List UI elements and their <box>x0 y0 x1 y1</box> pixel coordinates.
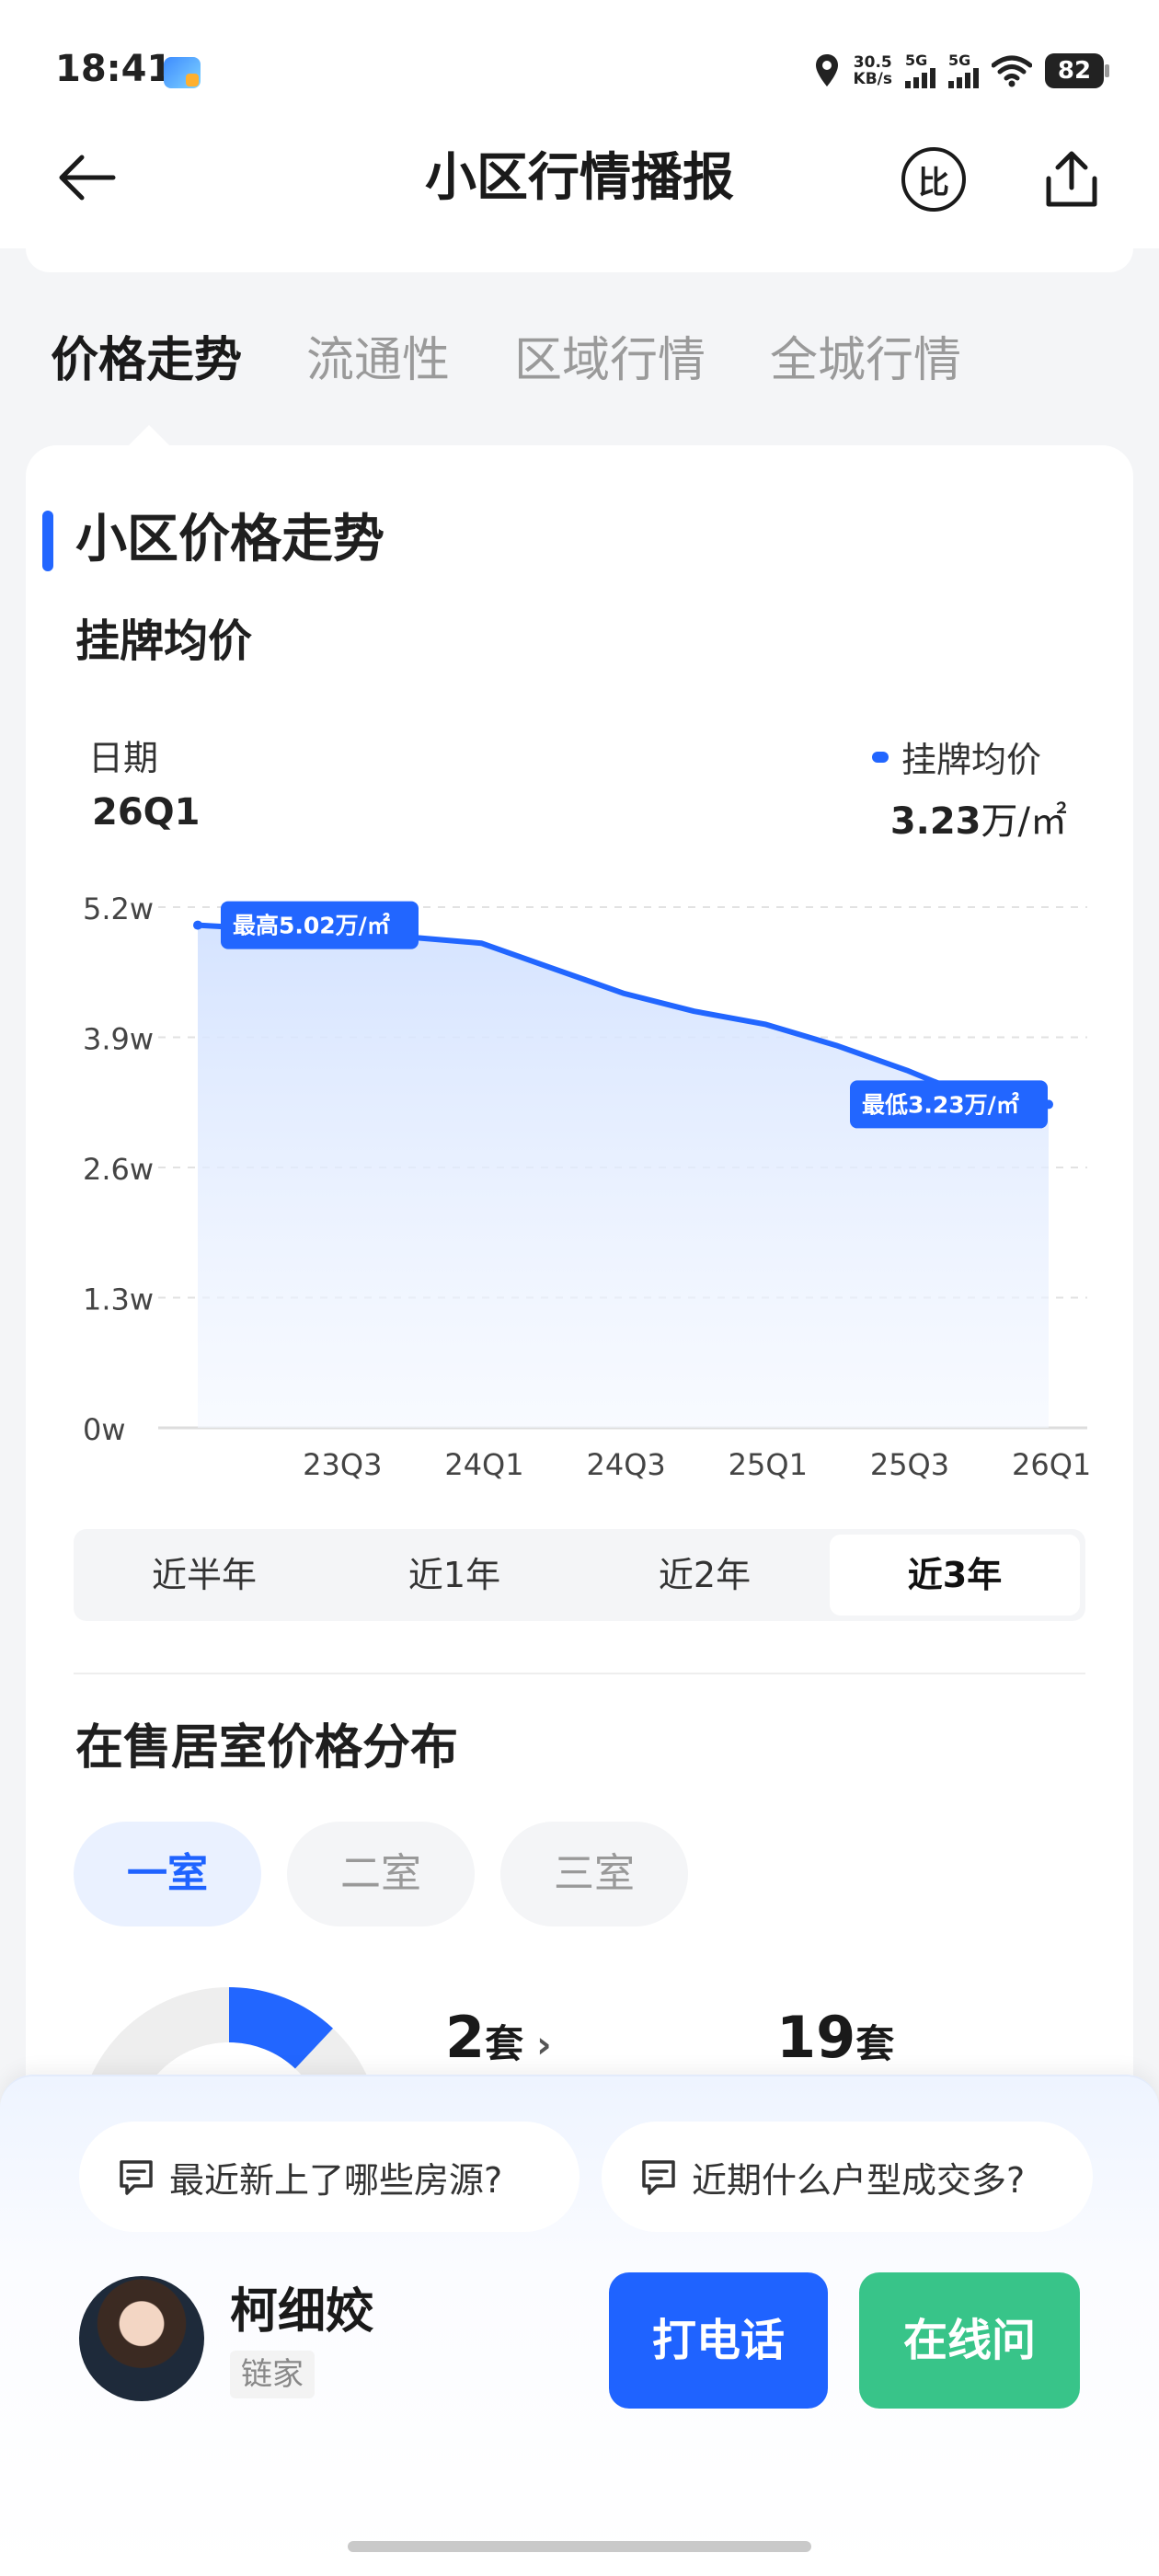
agent-company-badge: 链家 <box>230 2351 315 2398</box>
status-time: 18:41 <box>55 48 173 90</box>
tab-area-market[interactable]: 区域行情 <box>514 324 706 397</box>
call-button[interactable]: 打电话 <box>609 2272 828 2409</box>
tab-price-trend[interactable]: 价格走势 <box>51 324 242 397</box>
selected-price: 3.23万/㎡ <box>890 791 1067 845</box>
room-tab-1[interactable]: 一室 <box>74 1822 261 1926</box>
tab-liquidity[interactable]: 流通性 <box>306 324 450 397</box>
period-3-year[interactable]: 近3年 <box>830 1535 1080 1616</box>
room-tab-3[interactable]: 三室 <box>500 1822 688 1926</box>
stat2-value: 19 <box>776 2004 856 2071</box>
location-icon <box>815 54 838 86</box>
online-chat-button[interactable]: 在线问 <box>859 2272 1080 2409</box>
home-indicator[interactable] <box>348 2541 811 2552</box>
chat-bubble-icon <box>120 2160 153 2195</box>
battery-indicator: 82 <box>1045 53 1109 88</box>
listing-count-stat[interactable]: 2套 › <box>445 2004 552 2071</box>
section-tabs: 价格走势 流通性 区域行情 全城行情 <box>51 324 1026 397</box>
section-title: 小区价格走势 <box>75 510 384 569</box>
quick-question-1[interactable]: 最近新上了哪些房源? <box>79 2122 580 2232</box>
quick-question-2[interactable]: 近期什么户型成交多? <box>602 2122 1093 2232</box>
period-1-year[interactable]: 近1年 <box>329 1535 580 1616</box>
status-indicators: 30.5 KB/s 5G 5G 82 <box>813 48 1109 94</box>
period-selector: 近半年 近1年 近2年 近3年 <box>74 1529 1085 1621</box>
period-2-year[interactable]: 近2年 <box>580 1535 830 1616</box>
tab-city-market[interactable]: 全城行情 <box>770 324 961 397</box>
section-accent-bar <box>42 511 53 571</box>
agent-avatar[interactable] <box>79 2276 204 2401</box>
chat-bubble-icon <box>642 2160 675 2195</box>
wifi-icon <box>992 55 1032 87</box>
chart-legend: 挂牌均价 <box>871 731 1041 782</box>
selected-price-number: 3.23 <box>889 800 981 843</box>
legend-label: 挂牌均价 <box>901 740 1041 780</box>
chart-subtitle: 挂牌均价 <box>75 615 253 667</box>
signal-5g-1-icon: 5G <box>905 53 935 88</box>
agent-name: 柯细姣 <box>230 2284 374 2340</box>
chevron-right-icon: › <box>523 2024 552 2066</box>
period-half-year[interactable]: 近半年 <box>79 1535 329 1616</box>
stat1-unit: 套 <box>485 2021 524 2066</box>
active-tab-pointer <box>129 425 169 445</box>
section-divider <box>74 1673 1085 1674</box>
page-title: 小区行情播报 <box>425 148 734 208</box>
stat1-value: 2 <box>445 2004 486 2071</box>
selected-price-unit: 万/㎡ <box>981 800 1067 843</box>
legend-marker <box>871 751 889 763</box>
nav-card-bottom <box>26 248 1133 272</box>
app-notification-icon <box>164 57 201 88</box>
share-icon <box>1046 151 1097 207</box>
distribution-title: 在售居室价格分布 <box>75 1720 459 1776</box>
signal-5g-2-icon: 5G <box>948 53 979 88</box>
date-label: 日期 <box>88 738 159 778</box>
compare-button[interactable]: 比 <box>901 147 966 212</box>
room-tab-2[interactable]: 二室 <box>287 1822 475 1926</box>
quick-question-2-label: 近期什么户型成交多? <box>692 2159 1026 2201</box>
share-button[interactable] <box>1039 147 1104 212</box>
net-speed: 30.5 KB/s <box>853 53 892 88</box>
room-type-tabs: 一室 二室 三室 <box>74 1822 688 1926</box>
quick-question-1-label: 最近新上了哪些房源? <box>169 2159 503 2201</box>
stat2-unit: 套 <box>855 2021 895 2066</box>
date-value: 26Q1 <box>92 791 201 834</box>
deal-count-stat: 19套 <box>776 2004 894 2071</box>
compare-icon: 比 <box>918 164 949 201</box>
